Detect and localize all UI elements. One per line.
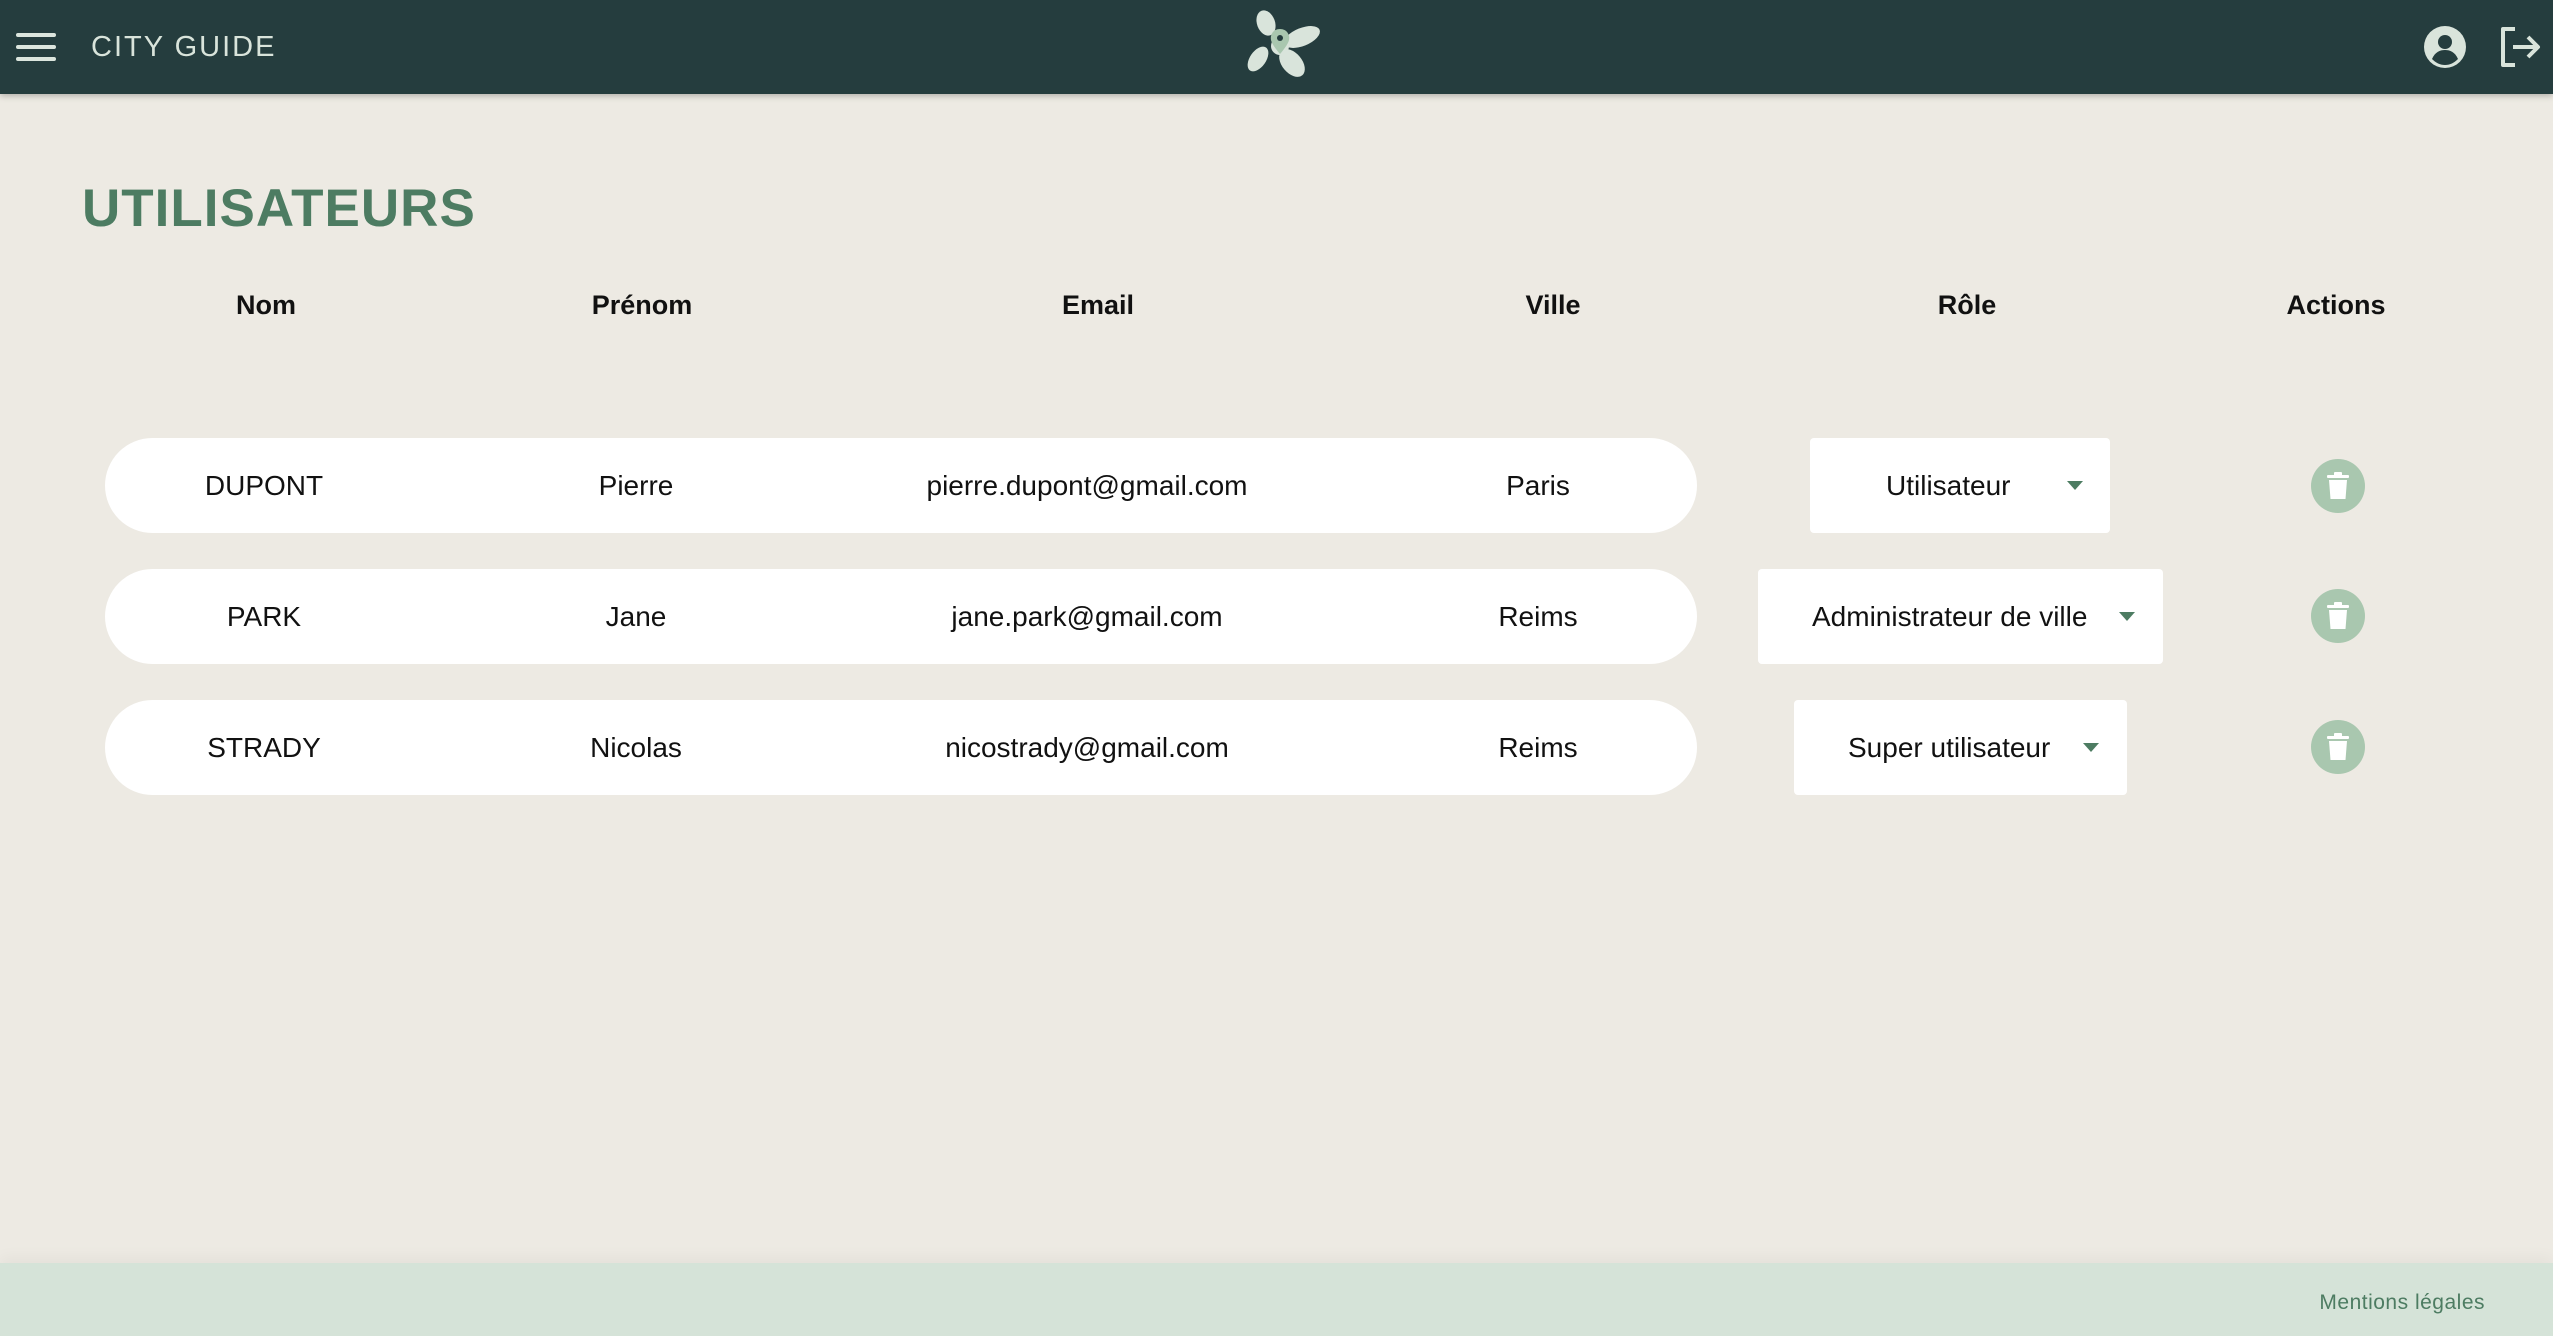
column-header-prenom: Prénom (591, 290, 693, 320)
column-header-ville: Ville (1525, 290, 1581, 320)
user-prenom: Jane (605, 601, 667, 632)
flower-pin-logo-icon[interactable] (1240, 7, 1324, 85)
user-row: STRADY Nicolas nicostrady@gmail.com Reim… (105, 700, 1697, 795)
user-circle-icon (2424, 26, 2466, 68)
hamburger-icon-line (16, 57, 56, 61)
logout-icon (2501, 27, 2540, 67)
role-select-value: Utilisateur (1886, 470, 2011, 501)
role-select-value: Super utilisateur (1848, 732, 2051, 763)
role-select[interactable]: Super utilisateur (1794, 700, 2127, 795)
user-prenom: Pierre (598, 470, 674, 501)
user-email: nicostrady@gmail.com (945, 732, 1229, 763)
page-title: UTILISATEURS (82, 179, 476, 238)
user-ville: Paris (1506, 470, 1570, 501)
user-ville: Reims (1498, 601, 1578, 632)
top-app-bar: CITY GUIDE (0, 0, 2553, 94)
user-nom: DUPONT (204, 470, 324, 501)
user-nom: STRADY (207, 732, 321, 763)
column-header-role: Rôle (1937, 290, 1997, 320)
menu-button[interactable] (16, 27, 56, 67)
role-select[interactable]: Utilisateur (1810, 438, 2110, 533)
chevron-down-icon (2083, 743, 2099, 752)
profile-button[interactable] (2422, 24, 2468, 70)
column-header-nom: Nom (236, 290, 296, 320)
legal-notice-link[interactable]: Mentions légales (2319, 1291, 2485, 1315)
user-prenom: Nicolas (590, 732, 682, 763)
column-header-email: Email (1061, 290, 1135, 320)
role-select-value: Administrateur de ville (1812, 601, 2088, 632)
user-row: DUPONT Pierre pierre.dupont@gmail.com Pa… (105, 438, 1697, 533)
chevron-down-icon (2119, 612, 2135, 621)
user-row: PARK Jane jane.park@gmail.com Reims (105, 569, 1697, 664)
delete-user-button[interactable] (2311, 589, 2365, 643)
trash-icon (2327, 602, 2349, 629)
user-email: jane.park@gmail.com (951, 601, 1223, 632)
hamburger-icon-line (16, 45, 56, 49)
user-ville: Reims (1498, 732, 1578, 763)
chevron-down-icon (2067, 481, 2083, 490)
logout-button[interactable] (2497, 24, 2543, 70)
delete-user-button[interactable] (2311, 459, 2365, 513)
role-select[interactable]: Administrateur de ville (1758, 569, 2163, 664)
column-header-actions: Actions (2286, 290, 2386, 320)
user-email: pierre.dupont@gmail.com (926, 470, 1248, 501)
hamburger-icon (16, 33, 56, 37)
footer: Mentions légales (0, 1263, 2553, 1336)
delete-user-button[interactable] (2311, 720, 2365, 774)
app-title: CITY GUIDE (91, 31, 277, 63)
trash-icon (2327, 472, 2349, 499)
trash-icon (2327, 733, 2349, 760)
user-nom: PARK (226, 601, 302, 632)
